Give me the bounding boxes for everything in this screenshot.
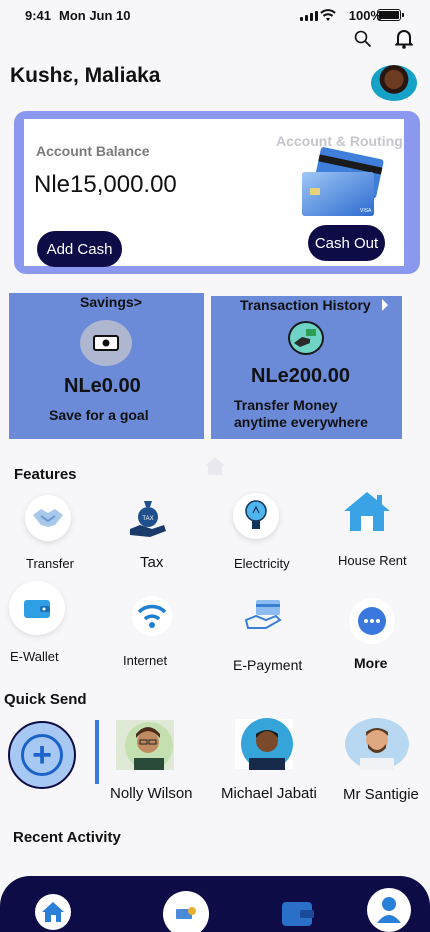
e-wallet-label: E-Wallet — [10, 649, 59, 664]
e-payment-button[interactable] — [244, 598, 284, 634]
transaction-subtitle-line2: anytime everywhere — [234, 414, 368, 430]
profile-icon — [377, 897, 401, 923]
electricity-label: Electricity — [234, 556, 290, 571]
contact-name-nolly: Nolly Wilson — [110, 785, 193, 802]
more-button[interactable] — [349, 598, 395, 644]
more-label[interactable]: More — [354, 655, 387, 671]
contact-name-santigie: Mr Santigie — [343, 786, 419, 803]
quick-send-divider — [95, 720, 99, 784]
svg-text:TAX: TAX — [142, 516, 153, 522]
signal-icon — [300, 11, 318, 21]
cash-icon — [80, 320, 132, 366]
contact-avatar-michael[interactable] — [235, 718, 293, 770]
electricity-button[interactable] — [233, 493, 279, 539]
transaction-history-title[interactable]: Transaction History — [240, 297, 371, 313]
status-time: 9:41 — [25, 8, 52, 23]
svg-text:VISA: VISA — [360, 208, 372, 214]
internet-button[interactable] — [132, 596, 172, 636]
contact-avatar-santigie[interactable] — [344, 718, 410, 770]
tax-label: Tax — [140, 554, 164, 571]
quick-send-title: Quick Send — [4, 691, 87, 708]
features-title: Features — [14, 466, 77, 483]
nav-payments-button[interactable] — [163, 891, 209, 932]
card-payment-icon — [176, 907, 196, 919]
battery-icon — [377, 9, 404, 21]
contact-name-michael: Michael Jabati — [221, 785, 317, 802]
savings-amount: NLe0.00 — [64, 375, 141, 397]
tax-bag-icon: TAX — [130, 501, 166, 537]
card-hand-icon — [244, 600, 282, 629]
quick-send-add-button[interactable]: + — [8, 721, 76, 789]
e-wallet-button[interactable] — [9, 581, 65, 635]
transaction-subtitle-line1: Transfer Money — [234, 397, 338, 413]
transaction-subtitle: Transfer Money anytime everywhere — [234, 397, 368, 431]
contact-avatar-nolly[interactable] — [116, 720, 174, 770]
wallet-icon — [24, 600, 50, 618]
wifi-icon — [137, 604, 167, 628]
avatar[interactable] — [371, 65, 417, 101]
handshake-icon — [33, 509, 63, 527]
house-rent-label: House Rent — [338, 553, 407, 568]
status-date: Mon Jun 10 — [59, 8, 131, 23]
lightbulb-icon — [245, 500, 267, 529]
balance-amount: Nle15,000.00 — [34, 171, 177, 198]
e-payment-label: E-Payment — [233, 657, 303, 673]
savings-subtitle: Save for a goal — [49, 407, 149, 423]
cash-out-button[interactable]: Cash Out — [308, 225, 385, 261]
tax-button[interactable]: TAX — [128, 497, 168, 541]
nav-profile-button[interactable] — [367, 888, 411, 932]
nav-wallet-icon[interactable] — [280, 898, 316, 928]
house-rent-button[interactable] — [342, 489, 392, 533]
recent-activity-title: Recent Activity — [13, 829, 121, 846]
transfer-label: Transfer — [26, 556, 74, 571]
house-icon — [344, 492, 390, 531]
home-faint-icon — [205, 457, 225, 475]
money-transfer-icon — [288, 321, 324, 355]
savings-title[interactable]: Savings> — [80, 294, 142, 310]
add-cash-button[interactable]: Add Cash — [37, 231, 122, 267]
balance-label: Account Balance — [36, 143, 150, 159]
bell-icon[interactable] — [395, 29, 413, 49]
internet-label: Internet — [123, 653, 168, 668]
home-icon — [42, 902, 64, 922]
search-icon[interactable] — [354, 30, 372, 48]
transfer-button[interactable] — [25, 495, 71, 541]
user-name: Kushɛ, Maliaka — [10, 64, 161, 87]
chevron-right-icon[interactable] — [381, 299, 389, 311]
bank-cards-icon: VISA — [294, 146, 386, 220]
wifi-status-icon — [320, 9, 336, 21]
more-icon — [358, 607, 386, 635]
plus-icon: + — [21, 734, 63, 776]
transaction-amount: NLe200.00 — [251, 365, 350, 387]
nav-home-button[interactable] — [35, 894, 71, 930]
